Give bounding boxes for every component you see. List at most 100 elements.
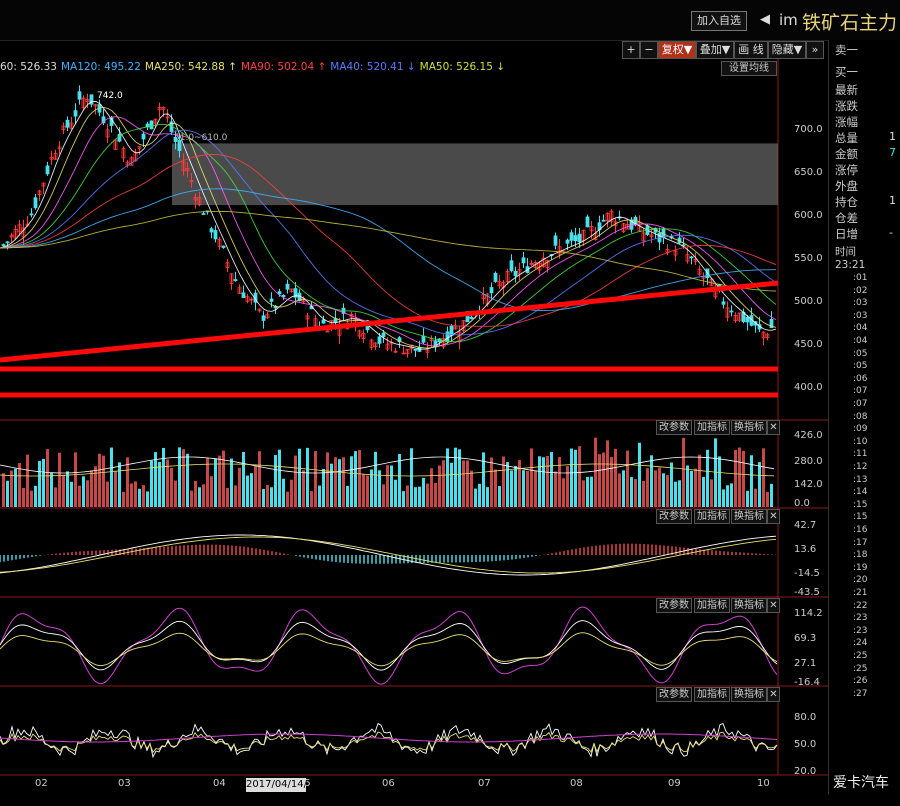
switch-indicator-button[interactable]: 换指标: [731, 509, 767, 524]
ma-settings-button[interactable]: 设置均线: [721, 61, 777, 76]
volume-bar: [294, 455, 297, 507]
candle-body: [29, 213, 34, 216]
ma-legend-item: MA250: 542.88 ↑: [144, 61, 237, 73]
volume-bar: [86, 480, 89, 507]
volume-bar: [686, 465, 689, 507]
kline-chart-canvas[interactable]: 742.0 51.0~610.0 700.0 650.0 600.0 550.0 500.…: [0, 0, 828, 795]
volume-bar: [198, 487, 201, 507]
tick-time: :27: [853, 688, 868, 699]
volume-bar: [490, 457, 493, 507]
change-params-button[interactable]: 改参数: [656, 420, 692, 435]
volume-bar: [598, 454, 601, 507]
volume-bar: [506, 462, 509, 507]
add-indicator-button[interactable]: 加指标: [694, 687, 730, 702]
close-indicator-icon[interactable]: ✕: [767, 687, 780, 702]
quote-label: 涨幅: [835, 115, 858, 129]
volume-bar: [286, 491, 289, 507]
volume-bar: [230, 458, 233, 507]
volume-bar: [610, 457, 613, 507]
tick-time: :17: [853, 537, 868, 548]
tick-time: :04: [853, 323, 868, 334]
volume-bar: [550, 452, 553, 507]
switch-indicator-button[interactable]: 换指标: [731, 598, 767, 613]
volume-bar: [70, 481, 73, 507]
range-annotation: 51.0~610.0: [174, 133, 228, 143]
volume-bar: [50, 472, 53, 507]
kdj-axis-label: 114.2: [794, 608, 823, 619]
tick-time: :07: [853, 386, 868, 397]
close-indicator-icon[interactable]: ✕: [767, 420, 780, 435]
restore-rights-dropdown[interactable]: 复权▼: [658, 41, 696, 59]
volume-bar: [718, 456, 721, 507]
tick-time: :15: [853, 499, 868, 510]
contract-code: im: [779, 11, 798, 29]
volume-bar: [586, 476, 589, 507]
close-indicator-icon[interactable]: ✕: [767, 509, 780, 524]
volume-bar: [146, 491, 149, 507]
tick-time: :18: [853, 550, 868, 561]
volume-bar: [170, 467, 173, 507]
candle-body: [493, 272, 498, 282]
back-arrow-icon[interactable]: ◀: [760, 12, 770, 27]
tick-time: :19: [853, 562, 868, 573]
volume-bar: [282, 478, 285, 507]
volume-bar: [306, 447, 309, 507]
volume-bar: [338, 459, 341, 507]
volume-bar: [266, 485, 269, 507]
volume-bar: [510, 470, 513, 507]
volume-bar: [526, 470, 529, 507]
more-icon[interactable]: »: [806, 41, 824, 59]
volume-bar: [18, 463, 21, 507]
volume-bar: [650, 455, 653, 507]
month-axis-label: 10: [757, 778, 770, 789]
zoom-out-button[interactable]: −: [640, 41, 658, 59]
volume-bar: [494, 469, 497, 507]
change-params-button[interactable]: 改参数: [656, 509, 692, 524]
ma-legend-item: MA50: 526.15 ↓: [419, 61, 506, 73]
change-params-button[interactable]: 改参数: [656, 598, 692, 613]
volume-bar: [354, 451, 357, 507]
add-to-watchlist-button[interactable]: 加入自选: [691, 11, 747, 31]
volume-bar: [222, 450, 225, 507]
candle-body: [553, 235, 558, 246]
candle-body: [377, 336, 382, 344]
zoom-in-button[interactable]: +: [622, 41, 640, 59]
watermark-text: 爱卡汽车: [833, 775, 889, 791]
candle-body: [569, 232, 574, 241]
draw-line-button[interactable]: 画 线: [734, 41, 768, 59]
volume-bar: [546, 456, 549, 507]
volume-bar: [538, 456, 541, 507]
change-params-button[interactable]: 改参数: [656, 687, 692, 702]
hide-dropdown[interactable]: 隐藏▼: [768, 41, 806, 59]
rsi-axis-label: 50.0: [794, 739, 816, 750]
month-axis-label: 04: [213, 778, 226, 789]
overlay-dropdown[interactable]: 叠加▼: [696, 41, 734, 59]
quote-label: 卖一: [835, 43, 858, 57]
candle-body: [77, 91, 82, 100]
volume-bar: [142, 485, 145, 507]
volume-bar: [362, 473, 365, 507]
volume-bar: [502, 456, 505, 507]
volume-bar: [514, 466, 517, 507]
add-indicator-button[interactable]: 加指标: [694, 509, 730, 524]
quote-label: 买一: [835, 65, 858, 79]
tick-time: :23: [853, 613, 868, 624]
volume-bar: [702, 476, 705, 507]
close-indicator-icon[interactable]: ✕: [767, 598, 780, 613]
volume-bar: [42, 458, 45, 507]
volume-bar: [374, 451, 377, 507]
candle-body: [721, 301, 726, 305]
add-indicator-button[interactable]: 加指标: [694, 420, 730, 435]
switch-indicator-button[interactable]: 换指标: [731, 420, 767, 435]
volume-bar: [470, 470, 473, 507]
candle-body: [1, 244, 6, 247]
candle-body: [321, 319, 326, 324]
tick-time: :23: [853, 625, 868, 636]
price-axis-label: 450.0: [794, 339, 823, 350]
add-indicator-button[interactable]: 加指标: [694, 598, 730, 613]
volume-axis-label: 0.0: [794, 498, 810, 509]
tick-time: :11: [853, 449, 868, 460]
candle-body: [585, 216, 590, 228]
candle-body: [413, 348, 418, 351]
switch-indicator-button[interactable]: 换指标: [731, 687, 767, 702]
